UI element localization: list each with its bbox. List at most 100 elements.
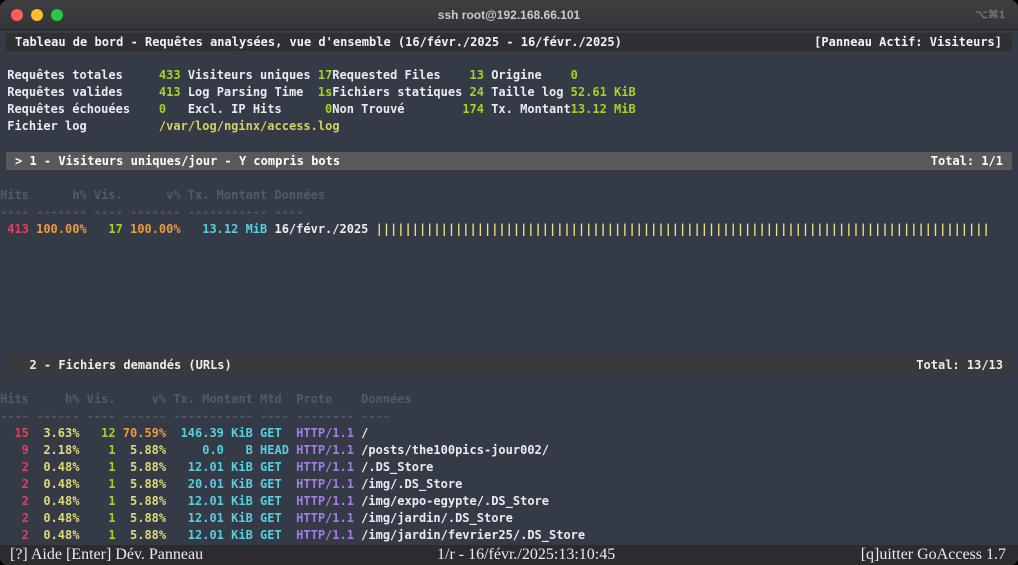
table-cell: 16/févr./2025 <box>274 221 368 238</box>
table-cell: 5.88% <box>123 527 166 544</box>
table-cell <box>376 187 1018 204</box>
table-cell: GET <box>260 425 289 442</box>
table-cell: ------ <box>36 408 79 425</box>
table-cell: Vis. <box>87 391 116 408</box>
table-row: 92.18%15.88%0.0 BHEADHTTP/1.1/posts/the1… <box>0 442 1018 459</box>
help-shortcuts: [?] Aide [Enter] Dév. Panneau <box>10 545 203 564</box>
terminal-window: ssh root@192.168.66.101 ⌥⌘1 Tableau de b… <box>0 0 1018 565</box>
summary-row: Requêtes valides413Log Parsing Time1sFic… <box>0 84 1018 101</box>
table-cell: 0.48% <box>36 459 79 476</box>
table-cell: 12 <box>87 425 116 442</box>
table-cell: 12.01 KiB <box>173 527 252 544</box>
table-header-row: Hitsh%Vis.v%Tx. MontantMtdProtoDonnées <box>0 391 1018 408</box>
table-cell: 0.48% <box>36 493 79 510</box>
panel-header-visitors[interactable]: > 1 - Visiteurs uniques/jour - Y compris… <box>6 152 1012 170</box>
traffic-lights <box>0 9 63 21</box>
stat-label: Origine <box>491 67 570 84</box>
table-cell: Vis. <box>94 187 123 204</box>
terminal-content[interactable]: Tableau de bord - Requêtes analysées, vu… <box>0 30 1018 565</box>
table-row: 20.48%15.88%12.01 KiBGETHTTP/1.1/img/jar… <box>0 527 1018 544</box>
table-cell: HTTP/1.1 <box>296 527 354 544</box>
table-cell: 12.01 KiB <box>173 510 252 527</box>
summary-stats: Requêtes totales433Visiteurs uniques17Re… <box>0 67 1018 135</box>
table-cell: ---- <box>0 204 29 221</box>
summary-row-logfile: Fichier log/var/log/nginx/access.log <box>0 118 1018 135</box>
table-cell: HTTP/1.1 <box>296 425 354 442</box>
table-cell: 17 <box>94 221 123 238</box>
table-cell: 0.0 B <box>173 442 252 459</box>
stat-label: Requêtes échouées <box>7 101 159 118</box>
table-cell: Hits <box>0 187 29 204</box>
table-cell: 12.01 KiB <box>173 493 252 510</box>
table-cell: 2 <box>0 527 29 544</box>
table-cell: /img/expo-egypte/.DS_Store <box>361 493 1018 510</box>
table-cell: 2 <box>0 493 29 510</box>
panel-header-files[interactable]: 2 - Fichiers demandés (URLs)Total: 13/13 <box>6 356 1012 374</box>
table-cell: Tx. Montant <box>188 187 267 204</box>
stat-value: 433 <box>159 67 188 84</box>
log-file-path: /var/log/nginx/access.log <box>159 118 340 135</box>
table-cell: ----------- <box>173 408 252 425</box>
current-position-and-date: 1/r - 16/févr./2025:13:10:45 <box>437 545 615 564</box>
table-row: 153.63%1270.59%146.39 KiBGETHTTP/1.1/ <box>0 425 1018 442</box>
table-cell: ||||||||||||||||||||||||||||||||||||||||… <box>376 221 1018 238</box>
table-header-row: Hitsh%Vis.v%Tx. MontantDonnées <box>0 187 1018 204</box>
table-cell: 1 <box>87 493 116 510</box>
stat-label: Requêtes totales <box>7 67 159 84</box>
table-cell: 0.48% <box>36 510 79 527</box>
stat-label: Tx. Montant <box>491 101 570 118</box>
table-cell: Tx. Montant <box>173 391 252 408</box>
table-cell: /img/.DS_Store <box>361 476 1018 493</box>
stat-value: 0 <box>159 101 188 118</box>
table-cell: h% <box>36 391 79 408</box>
stat-value: 24 <box>462 84 484 101</box>
table-cell: Données <box>361 391 1018 408</box>
table-cell: 5.88% <box>123 476 166 493</box>
table-row: 20.48%15.88%20.01 KiBGETHTTP/1.1/img/.DS… <box>0 476 1018 493</box>
stat-label: Requêtes valides <box>7 84 159 101</box>
table-cell: 5.88% <box>123 510 166 527</box>
table-cell: 1 <box>87 476 116 493</box>
table-cell: ------- <box>130 204 181 221</box>
table-cell: HTTP/1.1 <box>296 459 354 476</box>
table-cell: Mtd <box>260 391 289 408</box>
table-cell: HTTP/1.1 <box>296 476 354 493</box>
stat-value: 52.61 KiB <box>571 84 636 101</box>
minimize-button[interactable] <box>31 9 43 21</box>
close-button[interactable] <box>11 9 23 21</box>
table-cell: v% <box>123 391 166 408</box>
stat-value: 0 <box>318 101 332 118</box>
active-panel-indicator: [Panneau Actif: Visiteurs] <box>814 33 1002 51</box>
table-cell: 5.88% <box>123 493 166 510</box>
table-cell: GET <box>260 527 289 544</box>
stat-value: 13 <box>462 67 484 84</box>
table-cell: HTTP/1.1 <box>296 493 354 510</box>
stat-value: 413 <box>159 84 188 101</box>
table-cell: Hits <box>0 391 29 408</box>
stat-value: 174 <box>462 101 484 118</box>
table-cell: 2.18% <box>36 442 79 459</box>
quit-and-version: [q]uitter GoAccess 1.7 <box>861 545 1006 564</box>
zoom-button[interactable] <box>51 9 63 21</box>
table-cell: ---- <box>260 408 289 425</box>
table-cell: 5.88% <box>123 459 166 476</box>
dashboard-title: Tableau de bord - Requêtes analysées, vu… <box>15 33 622 51</box>
table-cell: -------- <box>296 408 354 425</box>
table-cell <box>376 204 1018 221</box>
files-table: Hitsh%Vis.v%Tx. MontantMtdProtoDonnées--… <box>0 391 1018 544</box>
table-cell: GET <box>260 459 289 476</box>
table-cell: / <box>361 425 1018 442</box>
table-cell: GET <box>260 510 289 527</box>
window-titlebar[interactable]: ssh root@192.168.66.101 ⌥⌘1 <box>0 0 1018 30</box>
panel-total: Total: 1/1 <box>931 152 1003 170</box>
table-cell: ---- <box>274 204 368 221</box>
table-row: 20.48%15.88%12.01 KiBGETHTTP/1.1/img/jar… <box>0 510 1018 527</box>
table-cell: GET <box>260 476 289 493</box>
table-cell: 1 <box>87 459 116 476</box>
window-shortcut-badge: ⌥⌘1 <box>975 8 1005 21</box>
table-cell: ---- <box>361 408 1018 425</box>
table-cell: /posts/the100pics-jour002/ <box>361 442 1018 459</box>
panel-title: 2 - Fichiers demandés (URLs) <box>15 356 232 374</box>
stat-value: 1s <box>318 84 332 101</box>
stat-value: 13.12 MiB <box>571 101 636 118</box>
